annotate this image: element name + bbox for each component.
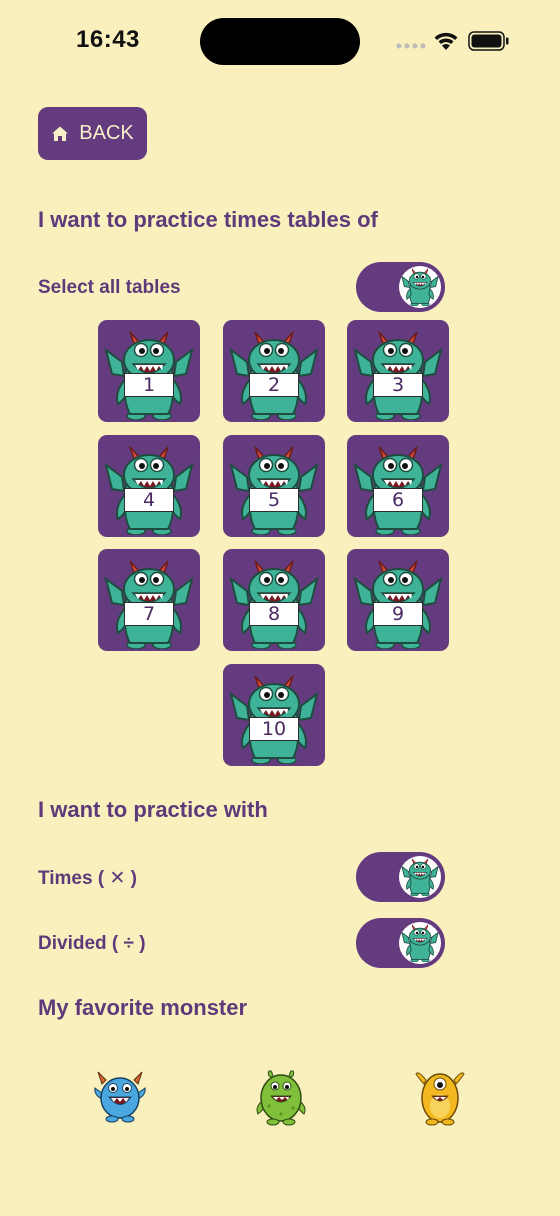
select-all-label: Select all tables	[38, 277, 181, 298]
select-all-toggle[interactable]	[356, 262, 445, 312]
home-icon	[51, 125, 69, 143]
back-button[interactable]: BACK	[38, 107, 147, 160]
monster-knob-icon	[401, 924, 439, 962]
table-tile-9[interactable]: 9	[347, 549, 449, 651]
table-tile-2[interactable]: 2	[223, 320, 325, 422]
toggle-knob	[399, 922, 441, 964]
table-number: 8	[249, 602, 299, 626]
table-number: 1	[124, 373, 174, 397]
blue-monster-icon[interactable]	[92, 1068, 148, 1124]
table-number: 10	[249, 717, 299, 741]
yellow-monster-icon[interactable]	[412, 1066, 468, 1126]
back-button-label: BACK	[79, 122, 134, 144]
times-label: Times ( ✕ )	[38, 868, 137, 889]
dynamic-island	[200, 18, 360, 65]
toggle-knob	[399, 266, 441, 308]
table-tile-7[interactable]: 7	[98, 549, 200, 651]
monster-knob-icon	[401, 268, 439, 306]
table-tile-8[interactable]: 8	[223, 549, 325, 651]
table-tile-10[interactable]: 10	[223, 664, 325, 766]
status-time: 16:43	[76, 26, 140, 53]
table-number: 2	[249, 373, 299, 397]
divided-label: Divided ( ÷ )	[38, 933, 146, 954]
monster-knob-icon	[401, 858, 439, 896]
toggle-knob	[399, 856, 441, 898]
status-bar: 16:43	[0, 0, 560, 84]
favorite-title: My favorite monster	[38, 995, 248, 1020]
table-number: 9	[373, 602, 423, 626]
table-tile-6[interactable]: 6	[347, 435, 449, 537]
operations-title: I want to practice with	[38, 797, 268, 822]
times-toggle[interactable]	[356, 852, 445, 902]
table-tile-1[interactable]: 1	[98, 320, 200, 422]
table-number: 4	[124, 488, 174, 512]
table-number: 6	[373, 488, 423, 512]
table-tile-4[interactable]: 4	[98, 435, 200, 537]
battery-icon	[468, 31, 509, 51]
wifi-icon	[434, 32, 458, 50]
table-tile-3[interactable]: 3	[347, 320, 449, 422]
cellular-signal-icon	[396, 43, 426, 49]
divided-toggle[interactable]	[356, 918, 445, 968]
table-tile-5[interactable]: 5	[223, 435, 325, 537]
table-number: 3	[373, 373, 423, 397]
table-number: 5	[249, 488, 299, 512]
table-number: 7	[124, 602, 174, 626]
times-tables-title: I want to practice times tables of	[38, 207, 378, 232]
green-monster-icon[interactable]	[253, 1068, 309, 1126]
